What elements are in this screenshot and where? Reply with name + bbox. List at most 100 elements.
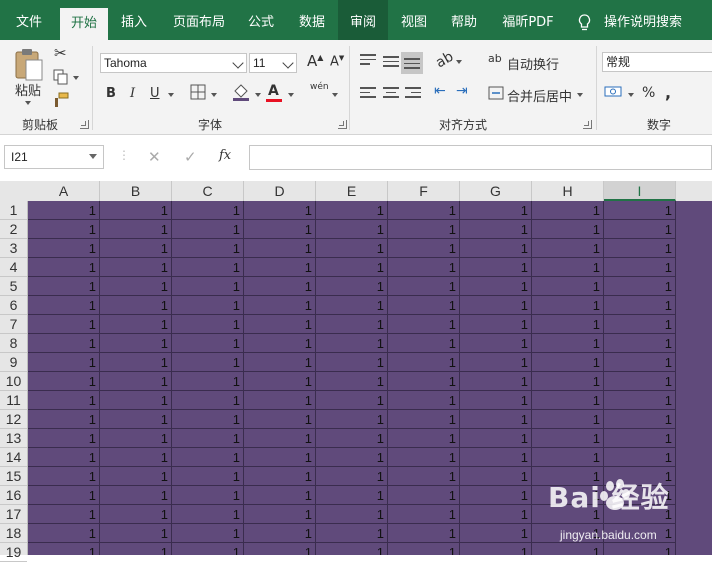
cell-a18[interactable]: 1 (28, 524, 100, 543)
cell-f18[interactable]: 1 (388, 524, 460, 543)
cell-g8[interactable]: 1 (460, 334, 532, 353)
cell-b1[interactable]: 1 (100, 201, 172, 220)
cell-g15[interactable]: 1 (460, 467, 532, 486)
column-header-i[interactable]: I (604, 181, 676, 201)
cell-b18[interactable]: 1 (100, 524, 172, 543)
cell-f15[interactable]: 1 (388, 467, 460, 486)
cell-c3[interactable]: 1 (172, 239, 244, 258)
cell-f14[interactable]: 1 (388, 448, 460, 467)
cell-e12[interactable]: 1 (316, 410, 388, 429)
cell-d14[interactable]: 1 (244, 448, 316, 467)
cell-h4[interactable]: 1 (532, 258, 604, 277)
tab-home[interactable]: 开始 (60, 8, 108, 40)
name-box[interactable]: I21 (4, 145, 104, 169)
column-header-a[interactable]: A (28, 181, 100, 201)
cell-c8[interactable]: 1 (172, 334, 244, 353)
cell-b10[interactable]: 1 (100, 372, 172, 391)
cell-c10[interactable]: 1 (172, 372, 244, 391)
cell-c6[interactable]: 1 (172, 296, 244, 315)
cell-h6[interactable]: 1 (532, 296, 604, 315)
cell-a3[interactable]: 1 (28, 239, 100, 258)
cell-c12[interactable]: 1 (172, 410, 244, 429)
cell-h7[interactable]: 1 (532, 315, 604, 334)
cell-a6[interactable]: 1 (28, 296, 100, 315)
cell-h8[interactable]: 1 (532, 334, 604, 353)
cell-e3[interactable]: 1 (316, 239, 388, 258)
cell-d18[interactable]: 1 (244, 524, 316, 543)
tab-page-layout[interactable]: 页面布局 (162, 0, 236, 40)
row-header-5[interactable]: 5 (0, 277, 27, 296)
row-header-3[interactable]: 3 (0, 239, 27, 258)
cell-g17[interactable]: 1 (460, 505, 532, 524)
increase-font-size-button[interactable]: A▲ (307, 52, 323, 70)
percent-style-button[interactable]: % (642, 85, 655, 101)
cell-a13[interactable]: 1 (28, 429, 100, 448)
cell-b2[interactable]: 1 (100, 220, 172, 239)
cell-c5[interactable]: 1 (172, 277, 244, 296)
format-painter-icon[interactable] (53, 92, 69, 108)
column-header-c[interactable]: C (172, 181, 244, 201)
cell-e18[interactable]: 1 (316, 524, 388, 543)
cell-c13[interactable]: 1 (172, 429, 244, 448)
formula-input[interactable] (249, 145, 712, 170)
tab-help[interactable]: 帮助 (440, 0, 488, 40)
font-size-combo[interactable]: 11 (249, 53, 297, 73)
cell-h2[interactable]: 1 (532, 220, 604, 239)
cell-d11[interactable]: 1 (244, 391, 316, 410)
cell-e15[interactable]: 1 (316, 467, 388, 486)
decrease-indent-icon[interactable]: ⇤ (434, 83, 446, 99)
cell-e5[interactable]: 1 (316, 277, 388, 296)
cell-h12[interactable]: 1 (532, 410, 604, 429)
fill-color-dropdown-arrow[interactable] (255, 93, 261, 97)
cell-b6[interactable]: 1 (100, 296, 172, 315)
alignment-dialog-launcher[interactable] (583, 120, 592, 129)
cell-b11[interactable]: 1 (100, 391, 172, 410)
cell-a15[interactable]: 1 (28, 467, 100, 486)
cell-d16[interactable]: 1 (244, 486, 316, 505)
cell-e2[interactable]: 1 (316, 220, 388, 239)
tab-insert[interactable]: 插入 (110, 0, 158, 40)
paste-icon[interactable] (14, 48, 44, 82)
column-header-g[interactable]: G (460, 181, 532, 201)
cell-e14[interactable]: 1 (316, 448, 388, 467)
cell-b17[interactable]: 1 (100, 505, 172, 524)
column-header-b[interactable]: B (100, 181, 172, 201)
cell-f8[interactable]: 1 (388, 334, 460, 353)
tab-formulas[interactable]: 公式 (238, 0, 284, 40)
align-right-icon[interactable] (405, 87, 421, 101)
cell-b14[interactable]: 1 (100, 448, 172, 467)
cell-h3[interactable]: 1 (532, 239, 604, 258)
cell-f6[interactable]: 1 (388, 296, 460, 315)
cell-g14[interactable]: 1 (460, 448, 532, 467)
cell-f9[interactable]: 1 (388, 353, 460, 372)
enter-icon[interactable]: ✓ (184, 148, 197, 166)
cell-h14[interactable]: 1 (532, 448, 604, 467)
cell-g16[interactable]: 1 (460, 486, 532, 505)
align-middle-icon[interactable] (383, 56, 399, 70)
cell-a19[interactable]: 1 (28, 543, 100, 555)
cell-b12[interactable]: 1 (100, 410, 172, 429)
column-header-d[interactable]: D (244, 181, 316, 201)
cell-a12[interactable]: 1 (28, 410, 100, 429)
tab-data[interactable]: 数据 (288, 0, 336, 40)
row-header-12[interactable]: 12 (0, 410, 27, 429)
column-header-f[interactable]: F (388, 181, 460, 201)
cell-c4[interactable]: 1 (172, 258, 244, 277)
cell-g19[interactable]: 1 (460, 543, 532, 555)
cell-i14[interactable]: 1 (604, 448, 676, 467)
cell-g7[interactable]: 1 (460, 315, 532, 334)
cell-g12[interactable]: 1 (460, 410, 532, 429)
font-color-dropdown-arrow[interactable] (288, 93, 294, 97)
cancel-icon[interactable]: ✕ (148, 148, 161, 166)
font-dialog-launcher[interactable] (338, 120, 347, 129)
cell-d4[interactable]: 1 (244, 258, 316, 277)
cut-icon[interactable]: ✂ (54, 44, 67, 62)
copy-dropdown-arrow[interactable] (73, 76, 79, 80)
number-format-combo[interactable]: 常规 (602, 52, 712, 72)
increase-indent-icon[interactable]: ⇥ (456, 83, 468, 99)
tab-file[interactable]: 文件 (0, 0, 58, 40)
phonetic-dropdown-arrow[interactable] (332, 93, 338, 97)
fill-color-icon[interactable] (232, 82, 250, 102)
clipboard-dialog-launcher[interactable] (80, 120, 89, 129)
row-header-1[interactable]: 1 (0, 201, 27, 220)
